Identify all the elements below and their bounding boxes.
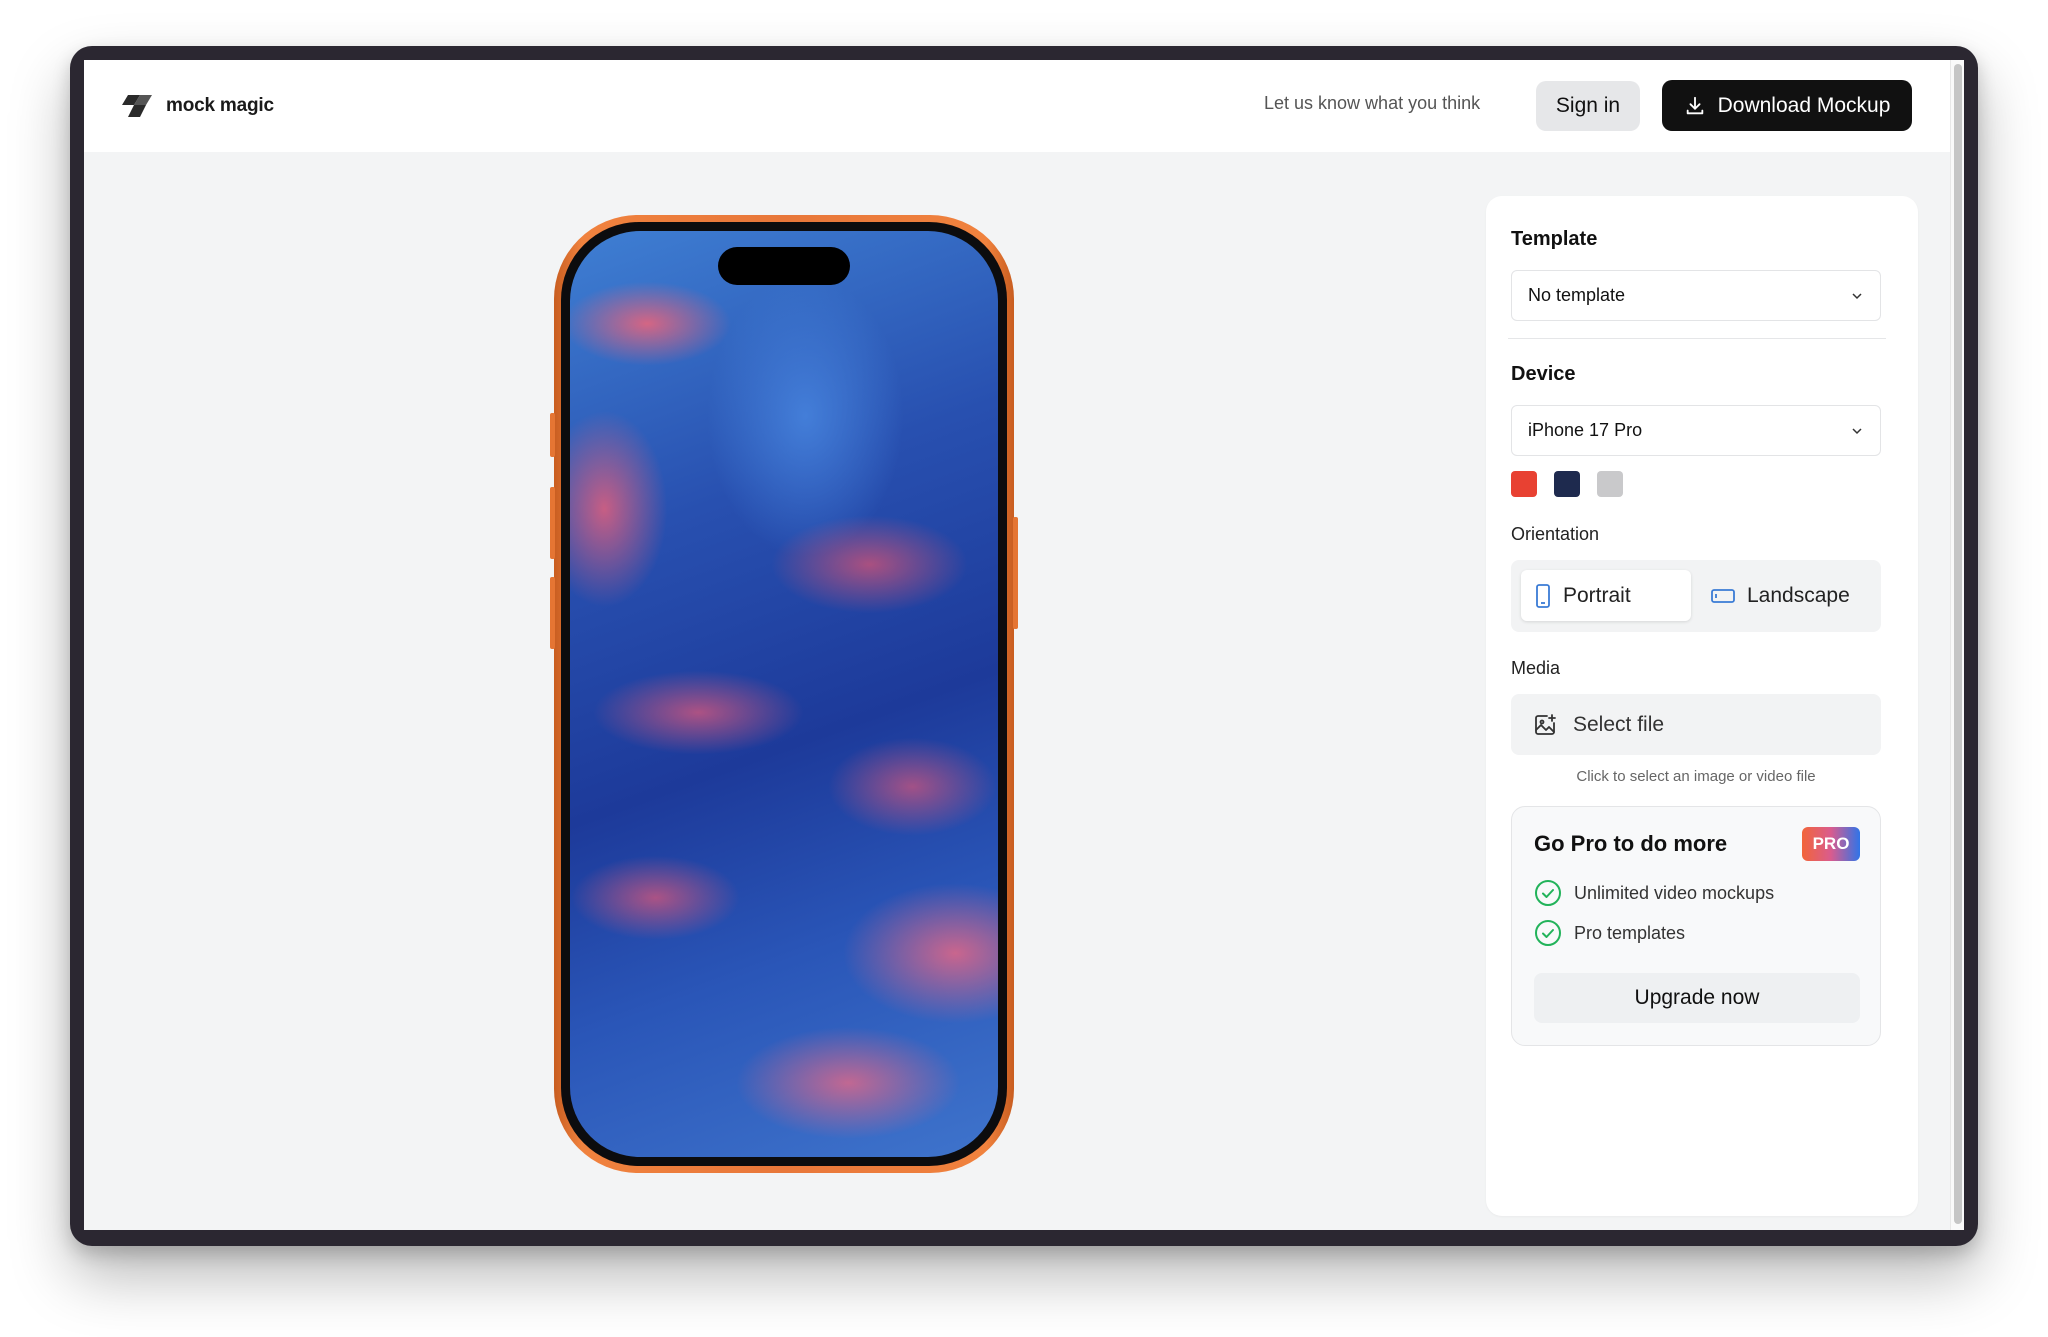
device-title: Device [1511,363,1576,385]
select-file-label: Select file [1573,712,1665,736]
phone-bezel [561,222,1007,1166]
landscape-label: Landscape [1747,583,1850,607]
pro-feature-item: Unlimited video mockups [1534,879,1774,907]
go-pro-card: Go Pro to do more PRO Unlimited video mo… [1511,806,1881,1046]
section-divider [1508,338,1886,339]
pro-card-title: Go Pro to do more [1534,831,1728,856]
upgrade-now-button[interactable]: Upgrade now [1534,973,1860,1023]
vertical-scrollbar[interactable] [1950,60,1964,1230]
orientation-label: Orientation [1511,524,1600,544]
top-header: mock magic Let us know what you think Si… [84,60,1950,152]
device-select[interactable]: iPhone 17 Pro [1511,405,1881,456]
action-button [550,413,555,457]
chevron-down-icon [1852,292,1862,299]
color-swatch-navy[interactable] [1554,471,1580,497]
pro-badge: PRO [1802,827,1860,861]
portrait-option[interactable]: Portrait [1521,570,1691,621]
app-name: mock magic [166,95,274,116]
color-swatch-silver[interactable] [1597,471,1623,497]
phone-landscape-icon [1711,588,1735,603]
color-swatch-red[interactable] [1511,471,1537,497]
brand-logo[interactable]: mock magic [122,91,274,121]
scrollbar-thumb[interactable] [1954,64,1962,1224]
download-icon [1686,96,1703,114]
media-hint: Click to select an image or video file [1576,768,1816,785]
volume-up-button [550,487,555,559]
dynamic-island [718,247,850,285]
pro-feature-item: Pro templates [1534,919,1685,947]
phone-screen-wallpaper [570,231,998,1157]
phone-mockup-preview [550,215,1018,1173]
select-file-button[interactable]: Select file [1511,694,1881,755]
feedback-link[interactable]: Let us know what you think [1264,93,1480,114]
pro-feature-label: Pro templates [1574,922,1686,943]
device-frame: mock magic Let us know what you think Si… [70,46,1978,1246]
mock-magic-logo-icon [122,95,152,117]
download-label: Download Mockup [1717,93,1891,117]
image-add-icon [1535,713,1556,735]
template-select[interactable]: No template [1511,270,1881,321]
download-mockup-button[interactable]: Download Mockup [1662,80,1912,131]
orientation-toggle: Portrait Landscape [1511,560,1881,632]
power-button [1013,517,1018,629]
template-title: Template [1511,228,1598,250]
check-circle-icon [1535,880,1561,906]
device-selected-value: iPhone 17 Pro [1528,420,1643,440]
app-viewport: mock magic Let us know what you think Si… [84,60,1964,1230]
volume-down-button [550,577,555,649]
media-label: Media [1511,658,1561,678]
chevron-down-icon [1852,427,1862,434]
portrait-label: Portrait [1563,583,1631,607]
phone-portrait-icon [1536,583,1550,608]
check-circle-icon [1535,920,1561,946]
pro-feature-label: Unlimited video mockups [1574,882,1775,903]
landscape-option[interactable]: Landscape [1697,570,1877,621]
settings-panel: Template No template Device iPhone 17 Pr… [1486,196,1918,1216]
template-selected-value: No template [1528,285,1626,305]
sign-in-button[interactable]: Sign in [1536,81,1640,131]
